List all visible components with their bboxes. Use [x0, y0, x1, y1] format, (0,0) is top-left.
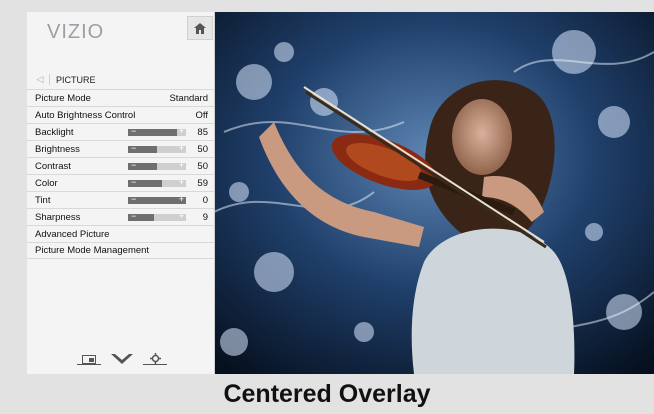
plus-icon: +	[178, 125, 184, 136]
slider-fill	[128, 196, 186, 204]
caption-text: Centered Overlay	[223, 379, 431, 408]
picture-menu-list: Picture Mode Standard Auto Brightness Co…	[27, 89, 214, 259]
bottom-shortcut-bar	[77, 349, 167, 365]
violinist-image	[214, 12, 654, 374]
home-button[interactable]	[187, 16, 213, 40]
sharpness-slider[interactable]: − +	[128, 210, 186, 221]
minus-icon: −	[131, 193, 137, 204]
background-photo-violinist	[214, 12, 654, 374]
vizio-logo: VIZIO	[47, 21, 105, 43]
menu-item-tint[interactable]: Tint − + 0	[27, 191, 214, 208]
menu-item-label: Backlight	[35, 126, 74, 138]
menu-item-label: Auto Brightness Control	[35, 109, 136, 121]
wide-button[interactable]	[110, 351, 134, 365]
settings-gear-icon	[149, 353, 161, 364]
minus-icon: −	[131, 176, 137, 187]
brightness-slider[interactable]: − +	[128, 142, 186, 153]
menu-item-brightness[interactable]: Brightness − + 50	[27, 140, 214, 157]
menu-item-label: Color	[35, 177, 58, 189]
menu-item-picture-mode-management[interactable]: Picture Mode Management	[27, 242, 214, 259]
menu-item-label: Contrast	[35, 160, 71, 172]
minus-icon: −	[131, 142, 137, 153]
menu-item-value: 85	[197, 126, 208, 138]
menu-item-label: Tint	[35, 194, 51, 206]
menu-item-contrast[interactable]: Contrast − + 50	[27, 157, 214, 174]
back-arrow-icon[interactable]: ◁	[31, 74, 50, 85]
menu-item-label: Picture Mode Management	[35, 245, 150, 256]
menu-item-label: Advanced Picture	[35, 228, 110, 240]
picture-settings-panel: VIZIO ◁ PICTURE Picture Mode Standard Au…	[27, 12, 215, 374]
menu-item-value: 50	[197, 160, 208, 172]
wide-icon	[111, 354, 133, 364]
menu-item-label: Sharpness	[35, 211, 81, 223]
plus-icon: +	[178, 193, 184, 204]
plus-icon: +	[178, 159, 184, 170]
menu-item-value: 9	[202, 211, 208, 223]
plus-icon: +	[178, 176, 184, 187]
menu-item-value: Standard	[169, 92, 208, 104]
menu-item-auto-brightness[interactable]: Auto Brightness Control Off	[27, 106, 214, 123]
menu-item-value: Off	[195, 109, 209, 121]
tint-slider[interactable]: − +	[128, 193, 186, 204]
minus-icon: −	[131, 159, 137, 170]
input-button[interactable]	[77, 350, 101, 365]
menu-item-value: 0	[202, 194, 208, 206]
plus-icon: +	[178, 210, 184, 221]
tv-screen: VIZIO ◁ PICTURE Picture Mode Standard Au…	[27, 12, 654, 374]
menu-item-value: 59	[197, 177, 208, 189]
menu-item-value: 50	[197, 143, 208, 155]
menu-item-label: Brightness	[35, 143, 80, 155]
settings-button[interactable]	[143, 350, 167, 365]
backlight-slider[interactable]: − +	[128, 125, 186, 136]
input-icon	[82, 355, 96, 364]
menu-item-picture-mode[interactable]: Picture Mode Standard	[27, 89, 214, 106]
color-slider[interactable]: − +	[128, 176, 186, 187]
breadcrumb-title: PICTURE	[56, 74, 96, 85]
home-icon	[194, 22, 206, 34]
minus-icon: −	[131, 125, 137, 136]
contrast-slider[interactable]: − +	[128, 159, 186, 170]
menu-item-label: Picture Mode	[35, 92, 91, 104]
menu-item-sharpness[interactable]: Sharpness − + 9	[27, 208, 214, 225]
menu-item-advanced-picture[interactable]: Advanced Picture	[27, 225, 214, 242]
plus-icon: +	[178, 142, 184, 153]
minus-icon: −	[131, 210, 137, 221]
menu-item-backlight[interactable]: Backlight − + 85	[27, 123, 214, 140]
breadcrumb: ◁ PICTURE	[27, 72, 214, 87]
menu-item-color[interactable]: Color − + 59	[27, 174, 214, 191]
